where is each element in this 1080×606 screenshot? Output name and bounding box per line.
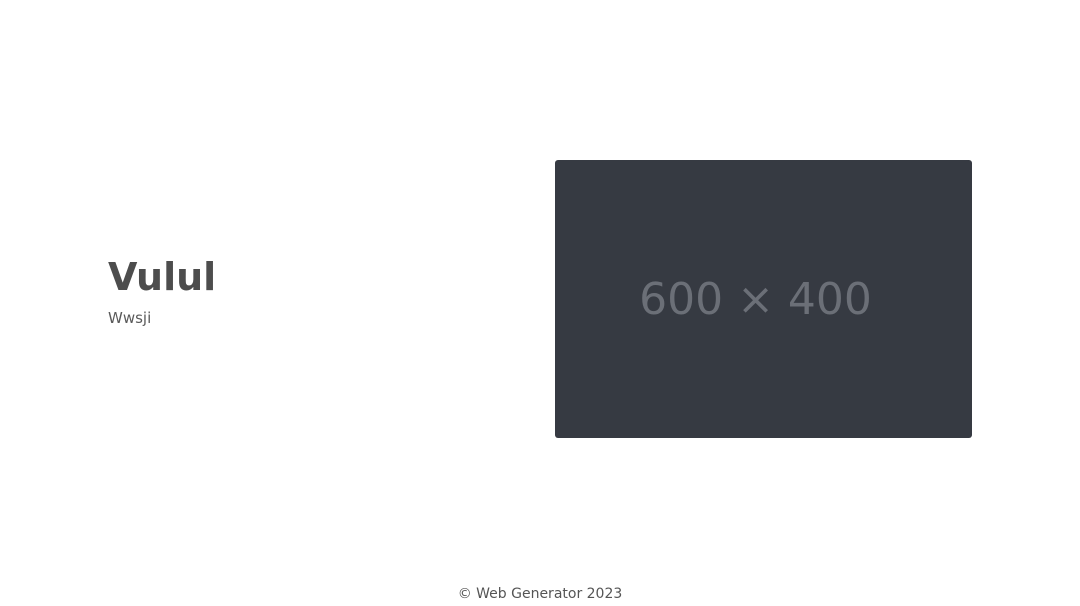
hero-subtitle: Wwsji xyxy=(108,309,152,327)
hero-title: Vulul xyxy=(108,255,217,299)
placeholder-dimensions-label: 600 × 400 xyxy=(639,273,872,325)
hero-section: Vulul Wwsji xyxy=(108,252,508,328)
footer-copyright: © Web Generator 2023 xyxy=(457,586,623,602)
page: Vulul Wwsji 600 × 400 © Web Generator 20… xyxy=(0,0,1080,606)
placeholder-image: 600 × 400 xyxy=(555,160,972,438)
